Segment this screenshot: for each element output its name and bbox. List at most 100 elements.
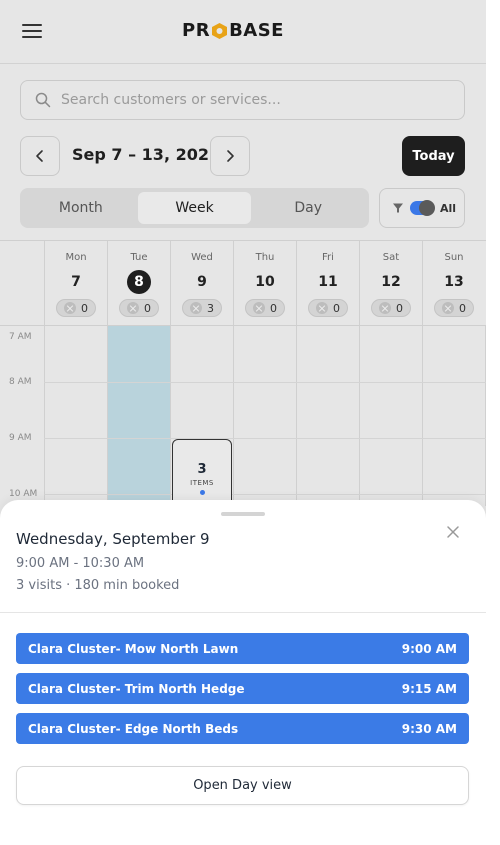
calendar-header-divider bbox=[0, 325, 486, 326]
visit-title: Clara Cluster- Trim North Hedge bbox=[28, 681, 245, 696]
visit-item[interactable]: Clara Cluster- Mow North Lawn 9:00 AM bbox=[16, 633, 469, 664]
grid-hour-line bbox=[44, 382, 486, 383]
time-label: 9 AM bbox=[9, 433, 32, 443]
visit-count: 3 bbox=[207, 301, 214, 315]
next-week-button[interactable] bbox=[210, 136, 250, 176]
day-header-wed[interactable]: Wed 9 3 bbox=[170, 241, 233, 325]
day-header-tue[interactable]: Tue 8 0 bbox=[107, 241, 170, 325]
filter-label: All bbox=[440, 201, 457, 215]
day-name: Sat bbox=[382, 252, 400, 263]
day-header-fri[interactable]: Fri 11 0 bbox=[296, 241, 359, 325]
day-number: 13 bbox=[444, 274, 464, 290]
visit-count: 0 bbox=[144, 301, 151, 315]
today-button[interactable]: Today bbox=[402, 136, 465, 176]
sheet-time-range: 9:00 AM - 10:30 AM bbox=[16, 556, 145, 571]
chevron-right-icon bbox=[227, 150, 234, 162]
app-root: PR BASE Sep 7 – 13, 2026 Today bbox=[0, 0, 486, 845]
tools-icon bbox=[64, 302, 76, 314]
prev-week-button[interactable] bbox=[20, 136, 60, 176]
tools-icon bbox=[379, 302, 391, 314]
tools-icon bbox=[127, 302, 139, 314]
grid-column-line bbox=[44, 326, 45, 506]
visit-count-badge: 0 bbox=[434, 299, 474, 317]
top-header: PR BASE bbox=[0, 0, 486, 64]
tools-icon bbox=[190, 302, 202, 314]
tools-icon bbox=[316, 302, 328, 314]
visit-count: 0 bbox=[333, 301, 340, 315]
event-count-label: ITEMS bbox=[190, 479, 214, 487]
visit-count: 0 bbox=[81, 301, 88, 315]
logo-text-left: PR bbox=[182, 20, 211, 41]
scrollbar-track[interactable] bbox=[486, 0, 500, 845]
grid-column-line bbox=[359, 326, 360, 506]
visit-count-badge: 0 bbox=[371, 299, 411, 317]
time-label: 7 AM bbox=[9, 332, 32, 342]
tab-month[interactable]: Month bbox=[24, 192, 138, 224]
open-day-view-button[interactable]: Open Day view bbox=[16, 766, 469, 805]
tab-week[interactable]: Week bbox=[137, 192, 252, 224]
event-count: 3 bbox=[197, 462, 207, 477]
filter-funnel-icon bbox=[393, 203, 403, 213]
tools-icon bbox=[253, 302, 265, 314]
visit-time: 9:30 AM bbox=[401, 721, 457, 736]
date-range-label: Sep 7 – 13, 2026 bbox=[72, 145, 221, 164]
day-header-thu[interactable]: Thu 10 0 bbox=[233, 241, 296, 325]
grid-column-line bbox=[107, 326, 108, 506]
visit-title: Clara Cluster- Mow North Lawn bbox=[28, 641, 239, 656]
visit-count: 0 bbox=[270, 301, 277, 315]
visit-count-badge: 0 bbox=[308, 299, 348, 317]
grid-column-line bbox=[233, 326, 234, 506]
visit-time: 9:00 AM bbox=[401, 641, 457, 656]
day-detail-sheet: Wednesday, September 9 9:00 AM - 10:30 A… bbox=[0, 500, 486, 845]
search-bar[interactable] bbox=[20, 80, 465, 120]
wednesday-events-block[interactable]: 3 ITEMS bbox=[172, 439, 232, 509]
close-icon[interactable] bbox=[444, 523, 462, 541]
view-switcher: Month Week Day bbox=[20, 188, 369, 228]
sheet-title: Wednesday, September 9 bbox=[16, 530, 210, 548]
grid-column-line bbox=[296, 326, 297, 506]
visit-item[interactable]: Clara Cluster- Trim North Hedge 9:15 AM bbox=[16, 673, 469, 704]
day-number: 8 bbox=[127, 270, 151, 294]
grid-hour-line bbox=[44, 494, 486, 495]
sheet-drag-handle[interactable] bbox=[221, 512, 265, 516]
visit-count-badge: 0 bbox=[245, 299, 285, 317]
time-label: 10 AM bbox=[9, 489, 38, 499]
grid-hour-line bbox=[44, 438, 486, 439]
tab-day[interactable]: Day bbox=[251, 192, 365, 224]
day-name: Fri bbox=[322, 252, 334, 263]
day-number: 9 bbox=[197, 274, 207, 290]
day-header-sun[interactable]: Sun 13 0 bbox=[422, 241, 485, 325]
chevron-left-icon bbox=[36, 150, 43, 162]
day-name: Tue bbox=[130, 252, 148, 263]
search-input[interactable] bbox=[61, 92, 441, 108]
filter-switch[interactable] bbox=[410, 200, 435, 216]
tools-icon bbox=[442, 302, 454, 314]
day-number: 10 bbox=[255, 274, 275, 290]
search-icon bbox=[35, 92, 51, 108]
day-name: Thu bbox=[255, 252, 275, 263]
filter-toggle-button[interactable]: All bbox=[379, 188, 465, 228]
day-number: 7 bbox=[71, 274, 81, 290]
day-name: Wed bbox=[191, 252, 213, 263]
day-name: Mon bbox=[65, 252, 87, 263]
day-name: Sun bbox=[444, 252, 464, 263]
day-header-sat[interactable]: Sat 12 0 bbox=[359, 241, 422, 325]
visit-item[interactable]: Clara Cluster- Edge North Beds 9:30 AM bbox=[16, 713, 469, 744]
visit-title: Clara Cluster- Edge North Beds bbox=[28, 721, 239, 736]
sheet-summary: 3 visits · 180 min booked bbox=[16, 578, 180, 593]
menu-icon[interactable] bbox=[22, 24, 42, 40]
visit-count: 0 bbox=[396, 301, 403, 315]
visit-count-badge: 0 bbox=[56, 299, 96, 317]
visit-count: 0 bbox=[459, 301, 466, 315]
visit-time: 9:15 AM bbox=[401, 681, 457, 696]
selected-day-column-highlight bbox=[108, 326, 170, 506]
probase-logo: PR BASE bbox=[182, 20, 284, 41]
day-header-mon[interactable]: Mon 7 0 bbox=[44, 241, 107, 325]
day-number: 11 bbox=[318, 274, 338, 290]
day-number: 12 bbox=[381, 274, 401, 290]
visit-count-badge: 0 bbox=[119, 299, 159, 317]
sheet-divider bbox=[0, 612, 486, 613]
visit-count-badge: 3 bbox=[182, 299, 222, 317]
logo-hex-icon bbox=[211, 22, 228, 40]
event-dot-icon bbox=[199, 490, 205, 495]
